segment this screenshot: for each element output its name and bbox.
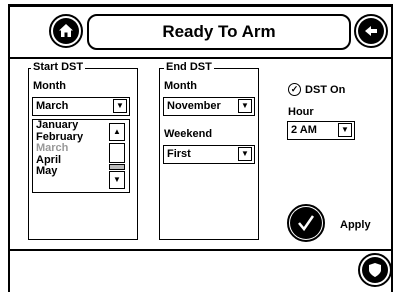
checkmark-icon: ✓ [288, 83, 301, 96]
hour-value: 2 AM [291, 124, 317, 136]
security-button[interactable] [358, 253, 392, 287]
back-button[interactable] [354, 14, 388, 48]
scroll-up-button[interactable]: ▲ [109, 123, 125, 141]
start-month-value: March [36, 100, 69, 112]
home-button[interactable] [49, 14, 83, 48]
apply-label[interactable]: Apply [340, 219, 371, 231]
end-month-select[interactable]: November ▼ [163, 97, 255, 116]
chevron-down-icon: ▼ [338, 123, 352, 137]
page-title: Ready To Arm [162, 22, 276, 41]
shield-icon [362, 257, 388, 283]
end-month-value: November [167, 100, 221, 112]
hour-select[interactable]: 2 AM ▼ [287, 121, 355, 140]
dst-on-checkbox[interactable]: ✓ DST On [288, 83, 345, 96]
chevron-down-icon: ▼ [113, 99, 127, 113]
title-bar: Ready To Arm [87, 14, 351, 50]
checkmark-icon [290, 207, 322, 239]
end-weekend-label: Weekend [164, 128, 213, 140]
footer-divider [10, 249, 391, 251]
apply-button[interactable] [287, 204, 325, 242]
chevron-down-icon: ▼ [238, 147, 252, 161]
end-weekend-select[interactable]: First ▼ [163, 145, 255, 164]
scroll-track[interactable] [109, 143, 125, 163]
scroll-down-button[interactable]: ▼ [109, 171, 125, 189]
scroll-thumb[interactable] [109, 164, 125, 170]
end-weekend-value: First [167, 148, 191, 160]
header-divider [10, 57, 391, 59]
home-icon [53, 18, 79, 44]
end-dst-legend: End DST [164, 61, 214, 73]
end-month-label: Month [164, 80, 197, 92]
dst-on-label: DST On [305, 83, 346, 96]
hour-label: Hour [288, 106, 314, 118]
start-dst-legend: Start DST [31, 61, 86, 73]
start-month-list[interactable]: January February March April May ▲ ▼ [32, 119, 130, 193]
chevron-down-icon: ▼ [238, 99, 252, 113]
start-month-select[interactable]: March ▼ [32, 97, 130, 116]
start-month-label: Month [33, 80, 66, 92]
back-arrow-icon [358, 18, 384, 44]
